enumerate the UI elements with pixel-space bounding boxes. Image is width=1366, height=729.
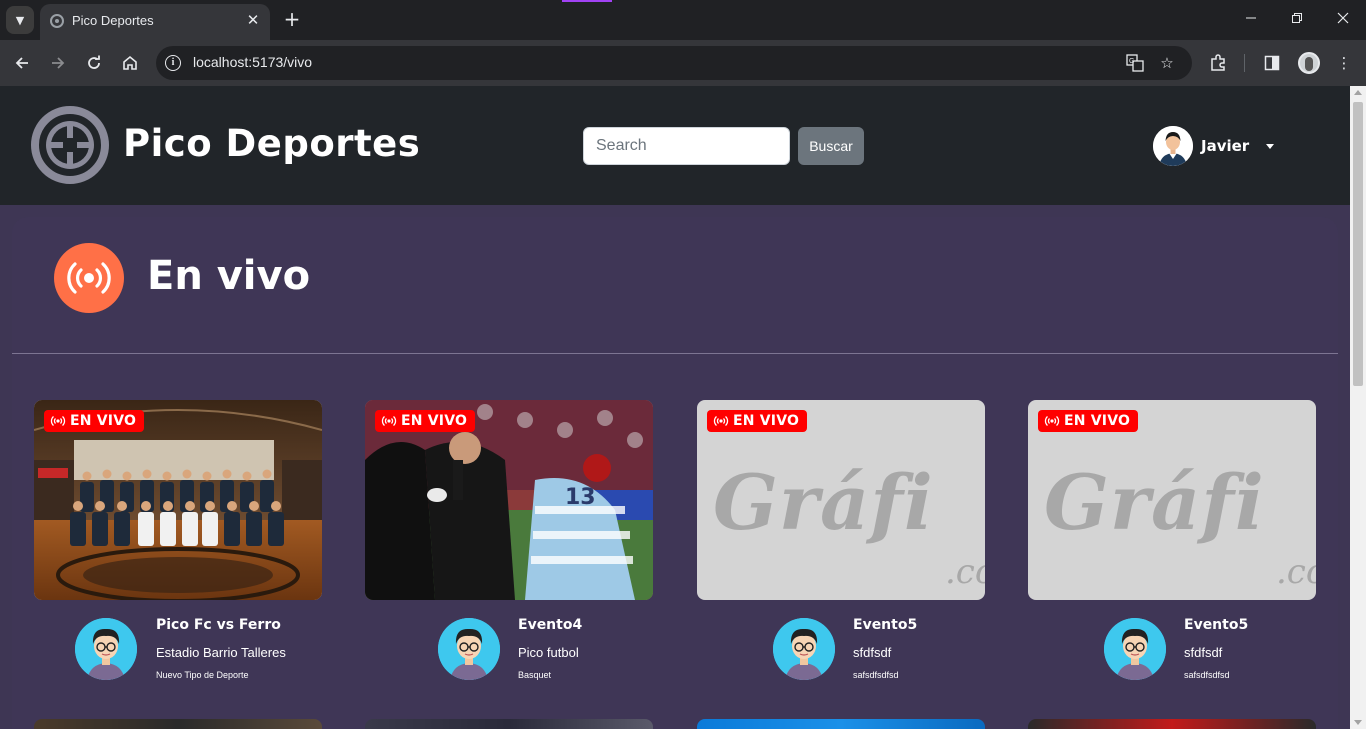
bookmark-star-icon[interactable]: ☆ — [1156, 52, 1178, 74]
event-sport: Nuevo Tipo de Deporte — [156, 670, 249, 680]
avatar — [773, 618, 835, 680]
event-card[interactable]: 13 EN VIVO Evento4 Pico futbol Basquet — [365, 400, 653, 690]
search-input[interactable] — [583, 127, 790, 165]
avatar — [438, 618, 500, 680]
tab-search-button[interactable]: ▼ — [6, 6, 34, 34]
new-tab-button[interactable]: + — [281, 8, 303, 30]
avatar — [1104, 618, 1166, 680]
side-panel-icon[interactable] — [1260, 51, 1284, 75]
event-sport: safsdfsdfsd — [853, 670, 899, 680]
browser-toolbar: i localhost:5173/vivo G ☆ ⋮ — [0, 40, 1366, 86]
arrow-right-icon — [52, 57, 65, 69]
event-title[interactable]: Evento4 — [518, 617, 582, 633]
live-badge-label: EN VIVO — [70, 413, 137, 429]
page-viewport: Pico Deportes Buscar Javier En vivo — [0, 86, 1350, 729]
avatar — [75, 618, 137, 680]
event-title[interactable]: Evento5 — [853, 617, 917, 633]
reload-icon — [88, 55, 100, 69]
back-button[interactable] — [8, 49, 36, 77]
search-button[interactable]: Buscar — [798, 127, 864, 165]
event-image-placeholder[interactable]: Gráfi .co EN VIVO — [1028, 400, 1316, 600]
event-sport: Basquet — [518, 670, 552, 680]
event-title[interactable]: Evento5 — [1184, 617, 1248, 633]
caret-down-icon[interactable] — [1266, 144, 1274, 149]
arrow-left-icon — [15, 57, 28, 69]
scroll-up-arrow-icon[interactable] — [1354, 90, 1362, 95]
more-menu-icon[interactable]: ⋮ — [1332, 51, 1356, 75]
event-card[interactable]: Gráfi .co EN VIVO Evento5 sfdfsdf safsdf… — [697, 400, 985, 690]
user-name[interactable]: Javier — [1201, 137, 1249, 155]
close-icon — [1337, 12, 1349, 24]
address-bar[interactable]: i localhost:5173/vivo G ☆ — [156, 46, 1192, 80]
url-text[interactable]: localhost:5173/vivo — [193, 54, 312, 70]
live-badge: EN VIVO — [707, 410, 808, 432]
section-divider — [12, 353, 1338, 354]
site-info-icon[interactable]: i — [165, 55, 181, 71]
browser-tab-bar: ▼ Pico Deportes ✕ + — [0, 0, 1366, 40]
page-title: En vivo — [147, 253, 311, 299]
logo-icon[interactable] — [30, 105, 110, 185]
placeholder-text: Gráfi — [713, 458, 934, 547]
broadcast-icon — [54, 243, 124, 313]
favicon-icon — [50, 14, 64, 28]
event-card[interactable]: Gráfi .co EN VIVO Evento5 sfdfsdf safsdf… — [1028, 400, 1316, 690]
event-title[interactable]: Pico Fc vs Ferro — [156, 617, 281, 633]
svg-text:13: 13 — [565, 485, 596, 510]
event-venue: sfdfsdf — [1184, 645, 1223, 660]
extensions-icon[interactable] — [1206, 51, 1230, 75]
user-avatar-icon — [1153, 126, 1193, 166]
forward-button[interactable] — [44, 49, 72, 77]
minimize-button[interactable] — [1228, 0, 1274, 40]
placeholder-suffix: .co — [1276, 552, 1316, 592]
translate-icon[interactable]: G — [1124, 52, 1146, 74]
live-badge: EN VIVO — [375, 410, 476, 432]
toolbar-separator — [1244, 54, 1245, 72]
tab-title: Pico Deportes — [72, 13, 154, 28]
broadcast-icon — [381, 416, 397, 426]
restore-icon — [1292, 13, 1302, 23]
browser-tab[interactable]: Pico Deportes ✕ — [40, 4, 270, 40]
event-image-rugby-match[interactable]: 13 EN VIVO — [365, 400, 653, 600]
live-badge-label: EN VIVO — [733, 413, 800, 429]
svg-text:G: G — [1129, 58, 1134, 65]
broadcast-icon — [1044, 416, 1060, 426]
close-window-button[interactable] — [1320, 0, 1366, 40]
restore-button[interactable] — [1274, 0, 1320, 40]
event-venue: Pico futbol — [518, 645, 579, 660]
browser-profile-avatar[interactable] — [1298, 52, 1320, 74]
event-card-partial[interactable] — [34, 719, 322, 729]
event-venue: sfdfsdf — [853, 645, 892, 660]
event-card-partial[interactable] — [365, 719, 653, 729]
placeholder-suffix: .co — [945, 552, 985, 592]
event-sport: safsdfsdfsd — [1184, 670, 1230, 680]
site-header: Pico Deportes Buscar Javier — [0, 86, 1350, 205]
minimize-icon — [1246, 17, 1256, 19]
event-image-placeholder[interactable]: Gráfi .co EN VIVO — [697, 400, 985, 600]
live-badge: EN VIVO — [1038, 410, 1139, 432]
broadcast-icon — [50, 416, 66, 426]
event-card-partial[interactable] — [1028, 719, 1316, 729]
broadcast-icon — [713, 416, 729, 426]
event-image-basketball-team[interactable]: EN VIVO — [34, 400, 322, 600]
page-scrollbar[interactable] — [1350, 86, 1366, 729]
site-title[interactable]: Pico Deportes — [123, 122, 420, 165]
chevron-down-icon: ▼ — [15, 13, 25, 27]
scroll-down-arrow-icon[interactable] — [1354, 720, 1362, 725]
scrollbar-thumb[interactable] — [1353, 102, 1363, 386]
placeholder-text: Gráfi — [1044, 458, 1265, 547]
home-button[interactable] — [116, 49, 144, 77]
event-venue: Estadio Barrio Talleres — [156, 645, 286, 660]
live-badge-label: EN VIVO — [1064, 413, 1131, 429]
reload-button[interactable] — [80, 49, 108, 77]
live-badge-label: EN VIVO — [401, 413, 468, 429]
user-avatar[interactable] — [1153, 126, 1193, 166]
home-icon — [123, 55, 137, 70]
tab-close-icon[interactable]: ✕ — [244, 11, 262, 29]
tab-accent-line — [562, 0, 612, 2]
event-card-partial[interactable] — [697, 719, 985, 729]
live-badge: EN VIVO — [44, 410, 145, 432]
event-card[interactable]: EN VIVO Pico Fc vs Ferro Estadio Barrio … — [34, 400, 322, 690]
